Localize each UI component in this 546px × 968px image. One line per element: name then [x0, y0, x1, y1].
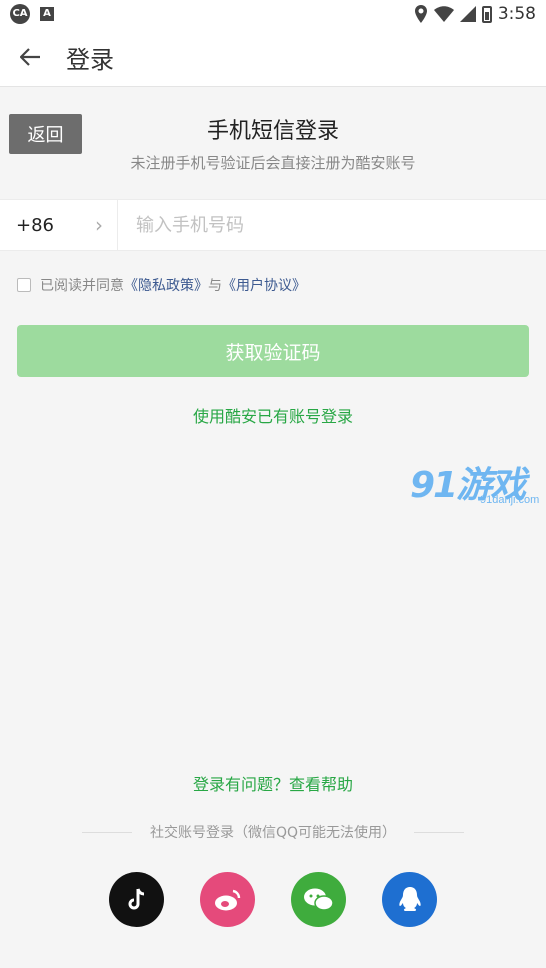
user-agreement-link[interactable]: 《用户协议》: [222, 275, 306, 295]
status-time: 3:58: [497, 4, 536, 24]
privacy-policy-link[interactable]: 《隐私政策》: [124, 275, 208, 295]
social-login-title: 社交账号登录（微信QQ可能无法使用）: [149, 825, 397, 841]
get-verification-code-button[interactable]: 获取验证码: [17, 325, 529, 377]
country-code: +86: [16, 214, 54, 236]
login-heading: 手机短信登录: [206, 119, 339, 144]
chevron-right-icon: ›: [95, 213, 103, 237]
signal-icon: [459, 6, 476, 22]
agreement-row: 已阅读并同意 《隐私政策》 与 《用户协议》: [17, 275, 306, 295]
divider-left: [81, 831, 132, 833]
qq-login-button[interactable]: [382, 872, 437, 927]
location-icon: [414, 5, 427, 23]
weibo-icon: [214, 889, 240, 910]
phone-input-row: +86 ›: [0, 199, 546, 251]
weibo-login-button[interactable]: [200, 872, 255, 927]
agreement-checkbox[interactable]: [17, 278, 31, 292]
country-code-selector[interactable]: +86 ›: [0, 200, 118, 250]
wechat-login-button[interactable]: [291, 872, 346, 927]
battery-icon: [481, 5, 492, 23]
watermark-logo: 91游戏 91danji.com: [410, 456, 546, 512]
status-bar: CA A 3:58: [0, 0, 546, 28]
login-subheading: 未注册手机号验证后会直接注册为酷安账号: [130, 154, 416, 172]
login-help-link[interactable]: 登录有问题？查看帮助: [0, 771, 546, 795]
arrow-left-icon[interactable]: [0, 28, 60, 86]
coolapk-account-login-link[interactable]: 使用酷安已有账号登录: [0, 403, 546, 427]
wifi-icon: [433, 6, 454, 22]
tiktok-login-button[interactable]: [109, 872, 164, 927]
wechat-icon: [303, 888, 334, 911]
toolbar: 登录: [0, 28, 546, 87]
agreement-and: 与: [208, 278, 222, 294]
page-title: 登录: [66, 45, 114, 74]
phone-number-input[interactable]: [118, 200, 546, 250]
app-notification-icon: CA: [10, 4, 30, 24]
tiktok-icon: [128, 887, 144, 909]
font-notification-icon: A: [40, 7, 54, 21]
watermark-sub: 91danji.com: [480, 494, 540, 506]
divider-right: [414, 831, 465, 833]
social-login-title-row: 社交账号登录（微信QQ可能无法使用）: [0, 822, 546, 842]
agreement-prefix: 已阅读并同意: [40, 278, 124, 294]
qq-icon: [398, 886, 421, 911]
